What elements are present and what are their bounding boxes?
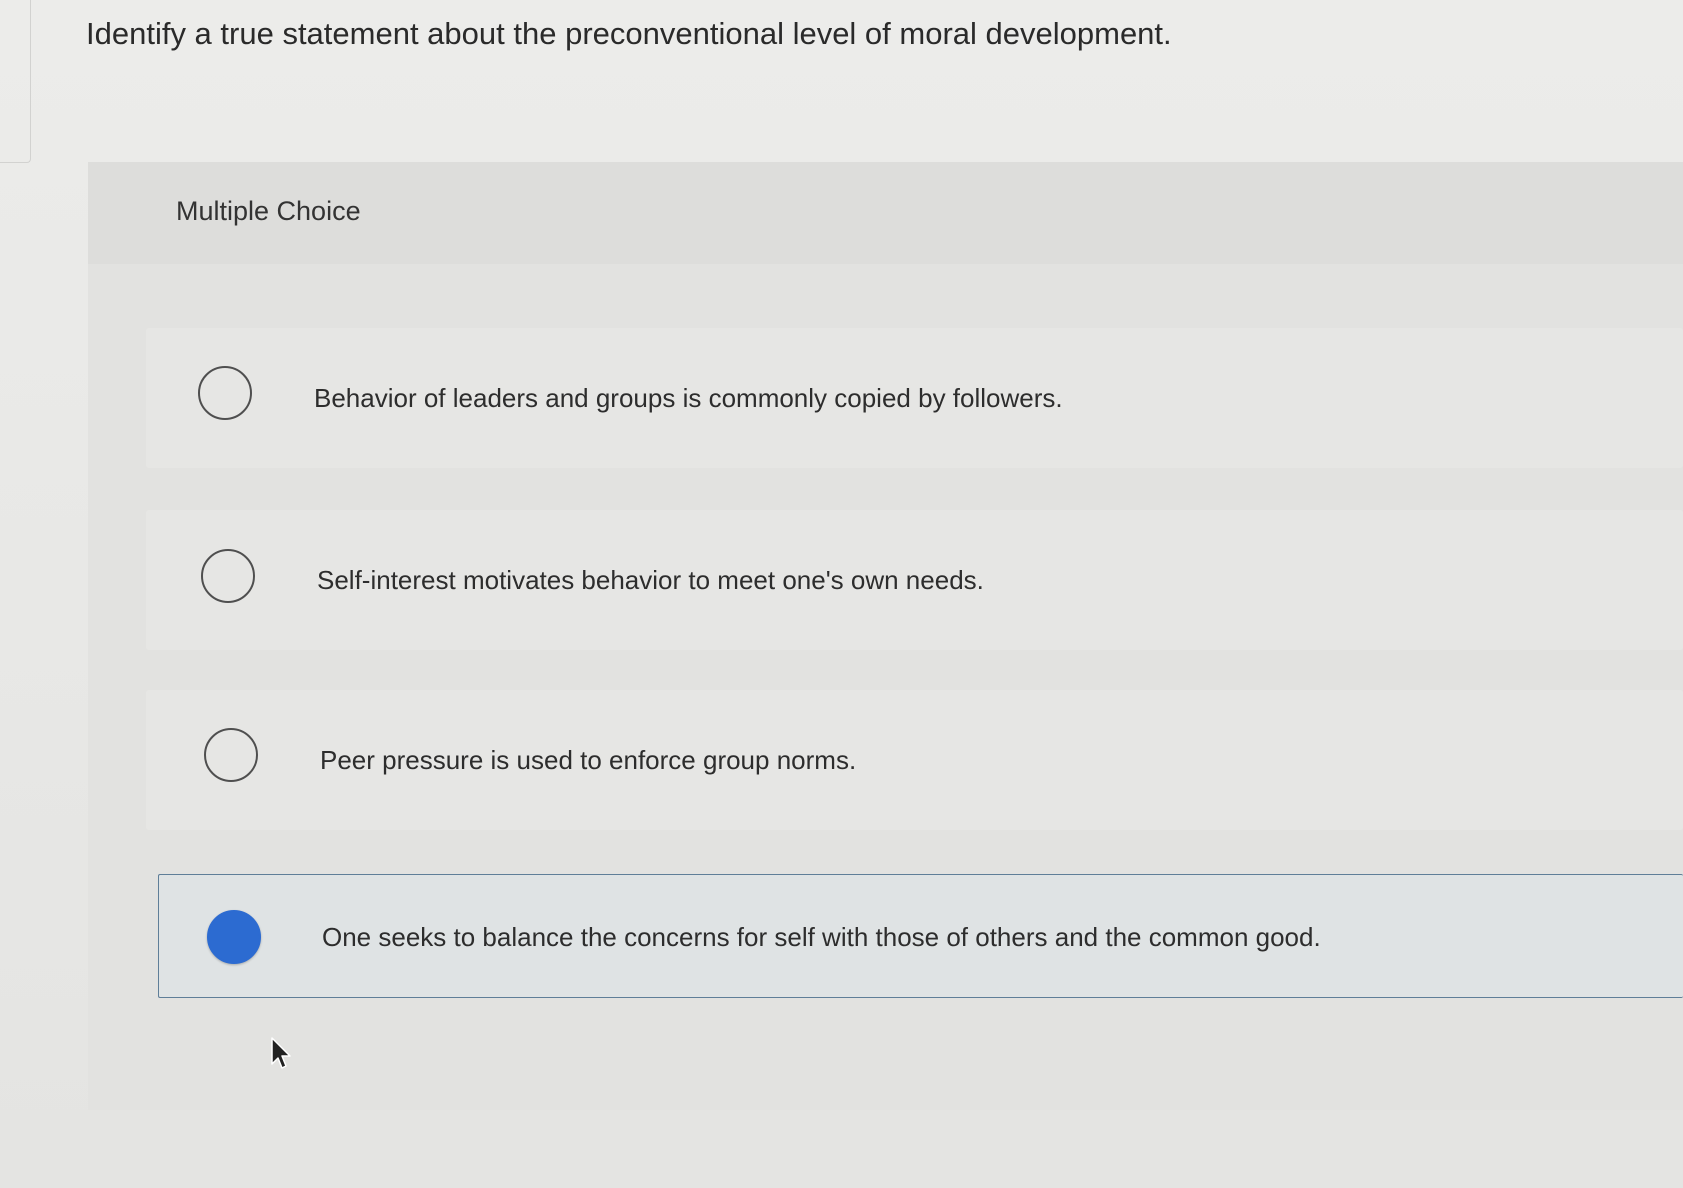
choice-option-label: Behavior of leaders and groups is common… bbox=[314, 383, 1063, 413]
panel-title: Multiple Choice bbox=[176, 196, 361, 226]
mouse-pointer-icon bbox=[271, 1037, 291, 1069]
choice-option-label: Peer pressure is used to enforce group n… bbox=[320, 745, 857, 775]
choice-option-3[interactable]: Peer pressure is used to enforce group n… bbox=[146, 690, 1683, 830]
question-text: Identify a true statement about the prec… bbox=[86, 16, 1172, 51]
choice-option-label: Self-interest motivates behavior to meet… bbox=[317, 565, 984, 595]
radio-button-unselected[interactable] bbox=[198, 366, 252, 420]
choice-option-2[interactable]: Self-interest motivates behavior to meet… bbox=[146, 510, 1683, 650]
left-edge-frame bbox=[0, 0, 31, 163]
choice-option-label: One seeks to balance the concerns for se… bbox=[322, 922, 1321, 952]
choice-option-1[interactable]: Behavior of leaders and groups is common… bbox=[146, 328, 1683, 468]
radio-button-unselected[interactable] bbox=[204, 728, 258, 782]
radio-button-unselected[interactable] bbox=[201, 549, 255, 603]
radio-button-selected[interactable] bbox=[207, 910, 261, 964]
choice-option-4-selected[interactable]: One seeks to balance the concerns for se… bbox=[158, 874, 1683, 998]
quiz-page: Identify a true statement about the prec… bbox=[0, 0, 1683, 1188]
